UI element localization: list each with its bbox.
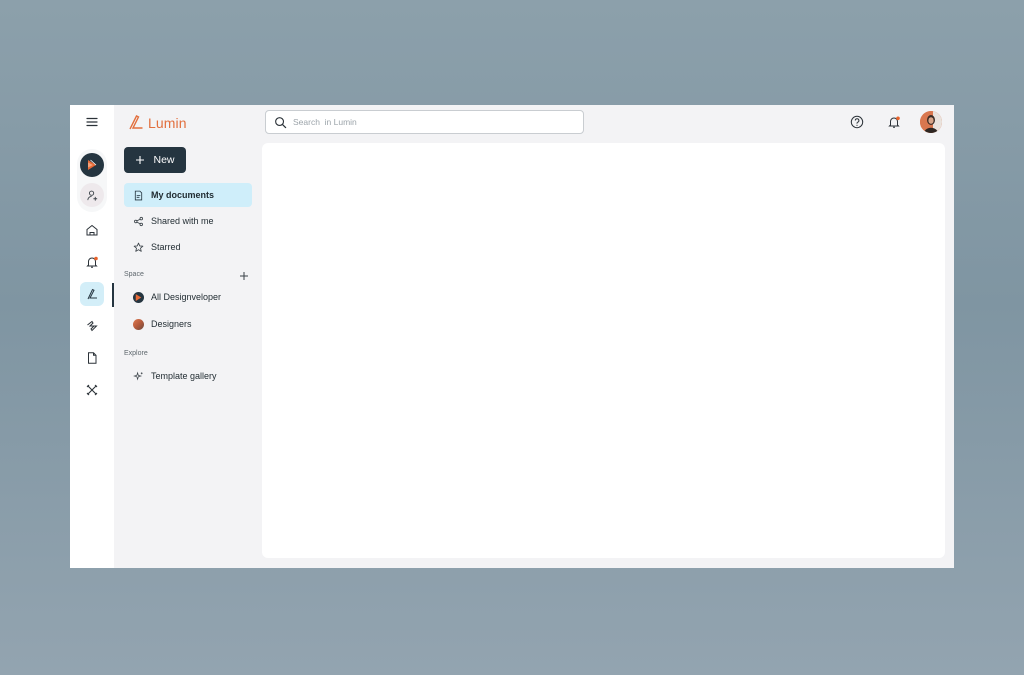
file-icon	[88, 352, 97, 364]
designveloper-logo-icon	[88, 159, 97, 170]
workspace-avatar	[133, 291, 144, 303]
nav-my-documents[interactable]: My documents	[124, 183, 252, 207]
user-photo	[920, 111, 942, 133]
space-label: All Designveloper	[151, 292, 222, 302]
help-icon	[850, 115, 864, 129]
designveloper-logo-icon	[135, 293, 142, 301]
rail-tools[interactable]	[80, 378, 104, 402]
add-space-button[interactable]	[238, 270, 250, 282]
rail-lumin[interactable]	[80, 282, 104, 306]
workspace-avatar-designveloper[interactable]	[80, 153, 104, 177]
rail-automation[interactable]	[80, 314, 104, 338]
nav-label: My documents	[151, 190, 215, 200]
user-avatar[interactable]	[920, 111, 942, 133]
nav-shared-with-me[interactable]: Shared with me	[124, 209, 252, 233]
space-designers[interactable]: Designers	[124, 312, 252, 336]
bell-icon	[86, 256, 98, 268]
nav-label: Shared with me	[151, 216, 214, 226]
menu-button[interactable]	[80, 110, 104, 134]
nav-label: Starred	[151, 242, 181, 252]
plus-icon	[240, 272, 248, 280]
hamburger-icon	[86, 117, 98, 127]
lumin-mark-icon	[129, 115, 143, 130]
sidebar: Lumin New My documents Shared with me St…	[114, 105, 260, 568]
nav-starred[interactable]: Starred	[124, 235, 252, 259]
notifications-button[interactable]	[886, 114, 902, 130]
search-input[interactable]	[293, 117, 553, 127]
search-icon	[275, 116, 287, 128]
document-icon	[134, 190, 143, 200]
star-icon	[133, 242, 144, 252]
user-avatar	[133, 318, 144, 330]
explore-template-gallery[interactable]: Template gallery	[124, 364, 252, 388]
zap-icon	[87, 320, 98, 332]
home-icon	[86, 224, 98, 236]
add-member-button[interactable]	[80, 183, 104, 207]
icon-rail	[70, 105, 114, 568]
explore-section-label: Explore	[124, 350, 148, 357]
person-add-icon	[86, 190, 97, 201]
lumin-logo[interactable]: Lumin	[127, 114, 187, 132]
logo-text: Lumin	[148, 115, 187, 131]
explore-label: Template gallery	[151, 371, 217, 381]
sparkle-icon	[133, 371, 143, 381]
share-icon	[134, 216, 143, 226]
document-canvas	[262, 143, 945, 558]
lumin-logo-icon	[87, 288, 97, 300]
bell-icon	[888, 116, 900, 128]
new-button-label: New	[153, 154, 175, 166]
plus-icon	[136, 156, 145, 164]
rail-home[interactable]	[80, 218, 104, 242]
space-section-label: Space	[124, 271, 144, 278]
help-button[interactable]	[849, 114, 865, 130]
rail-documents[interactable]	[80, 346, 104, 370]
rail-notifications[interactable]	[80, 250, 104, 274]
space-all-designveloper[interactable]: All Designveloper	[124, 285, 252, 309]
new-button[interactable]: New	[124, 147, 186, 173]
search-bar[interactable]	[265, 110, 584, 134]
space-label: Designers	[151, 319, 192, 329]
app-window: Lumin New My documents Shared with me St…	[70, 105, 954, 568]
tools-icon	[86, 384, 98, 396]
